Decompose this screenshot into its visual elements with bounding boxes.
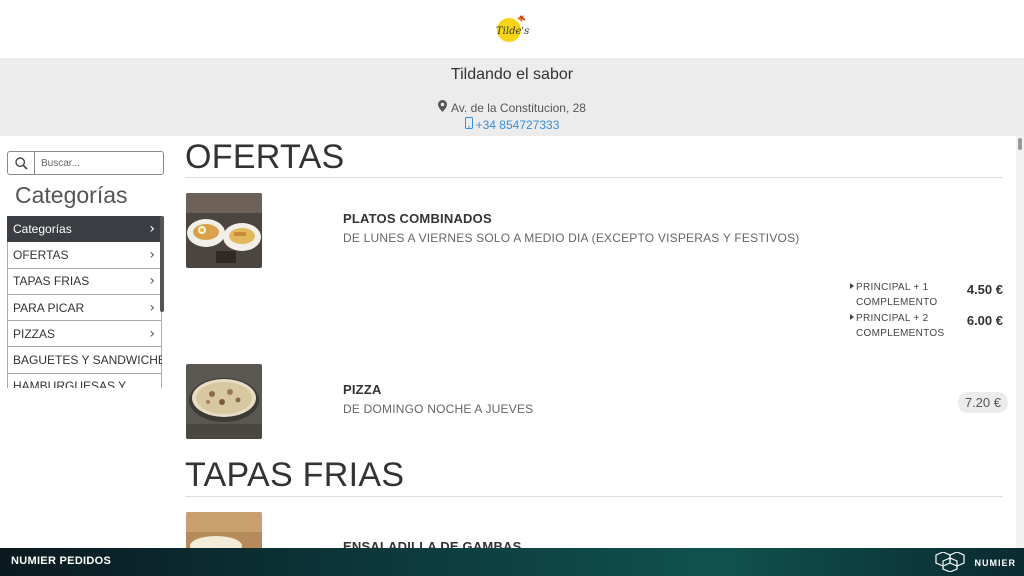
price-option[interactable]: PRINCIPAL + 2 COMPLEMENTOS bbox=[850, 311, 956, 341]
page-scrollbar[interactable] bbox=[1016, 136, 1024, 548]
category-label: Categorías bbox=[13, 222, 72, 237]
category-label: BAGUETES Y SANDWICHES bbox=[13, 353, 162, 368]
scrollbar-thumb[interactable] bbox=[1018, 138, 1022, 150]
chevron-right-icon: › bbox=[149, 325, 155, 342]
menu-content: OFERTAS PLATOS COMBINADOS DE LUNES A VIE… bbox=[174, 136, 1016, 548]
price-option[interactable]: PRINCIPAL + 1 COMPLEMENTO bbox=[850, 280, 956, 310]
category-list: Categorías › OFERTAS › TAPAS FRIAS › PAR… bbox=[7, 216, 162, 388]
category-item-hamburguesas[interactable]: HAMBURGUESAS Y bbox=[7, 373, 162, 388]
phone-link[interactable]: +34 854727333 bbox=[0, 117, 1024, 132]
category-label: OFERTAS bbox=[13, 247, 69, 262]
category-item-ofertas[interactable]: OFERTAS › bbox=[7, 242, 162, 269]
restaurant-logo[interactable]: Tilde's bbox=[491, 14, 531, 44]
option-price[interactable]: 4.50 € bbox=[967, 282, 1003, 297]
category-item-categorias[interactable]: Categorías › bbox=[7, 216, 162, 243]
product-description: DE LUNES A VIERNES SOLO A MEDIO DIA (EXC… bbox=[343, 231, 800, 245]
option-line2: COMPLEMENTO bbox=[856, 297, 938, 308]
category-item-pizzas[interactable]: PIZZAS › bbox=[7, 321, 162, 348]
category-label: HAMBURGUESAS Y bbox=[13, 379, 127, 388]
option-line1: PRINCIPAL + 2 bbox=[856, 313, 929, 324]
location-pin-icon bbox=[438, 100, 447, 115]
phone-text[interactable]: +34 854727333 bbox=[476, 118, 560, 132]
product-image-platos-combinados[interactable] bbox=[186, 193, 262, 268]
mobile-phone-icon bbox=[464, 117, 473, 132]
category-item-para-picar[interactable]: PARA PICAR › bbox=[7, 294, 162, 322]
section-divider bbox=[185, 177, 1003, 178]
search-box[interactable]: Buscar... bbox=[7, 151, 164, 175]
svg-text:Tilde's: Tilde's bbox=[496, 26, 529, 37]
option-line2: COMPLEMENTOS bbox=[856, 328, 945, 339]
category-label: PIZZAS bbox=[13, 326, 56, 341]
section-divider bbox=[185, 496, 1003, 497]
product-image-ensaladilla[interactable] bbox=[186, 512, 262, 548]
footer-bar: NUMIER PEDIDOS NUMIER bbox=[0, 548, 1024, 576]
section-title-tapas-frias: TAPAS FRIAS bbox=[185, 456, 405, 494]
category-sidebar: Buscar... Categorías Categorías › OFERTA… bbox=[0, 136, 174, 548]
product-name[interactable]: PLATOS COMBINADOS bbox=[343, 211, 492, 226]
option-line1: PRINCIPAL + 1 bbox=[856, 282, 929, 293]
category-label: PARA PICAR bbox=[13, 300, 85, 315]
address-text: Av. de la Constitucion, 28 bbox=[451, 100, 586, 115]
product-image-pizza[interactable] bbox=[186, 364, 262, 439]
chevron-right-icon: › bbox=[149, 273, 155, 290]
footer-brand-left[interactable]: NUMIER PEDIDOS bbox=[11, 555, 111, 567]
categories-heading: Categorías bbox=[15, 182, 128, 208]
section-title-ofertas: OFERTAS bbox=[185, 138, 345, 176]
numier-logo-icon bbox=[931, 551, 969, 574]
search-input[interactable]: Buscar... bbox=[35, 152, 163, 174]
search-icon[interactable] bbox=[8, 152, 35, 174]
category-label: TAPAS FRIAS bbox=[13, 274, 90, 289]
price-badge[interactable]: 7.20 € bbox=[957, 392, 1008, 413]
restaurant-header: Tildando el sabor Av. de la Constitucion… bbox=[0, 58, 1024, 136]
chevron-right-icon: › bbox=[149, 221, 155, 238]
chevron-right-icon: › bbox=[149, 246, 155, 263]
category-scrollbar[interactable] bbox=[160, 216, 164, 312]
category-item-baguetes[interactable]: BAGUETES Y SANDWICHES bbox=[7, 347, 162, 374]
restaurant-name: Tildando el sabor bbox=[450, 66, 574, 83]
option-price[interactable]: 6.00 € bbox=[967, 313, 1003, 328]
footer-brand-text: NUMIER bbox=[974, 558, 1016, 568]
top-bar: Tilde's bbox=[0, 0, 1024, 58]
product-description: DE DOMINGO NOCHE A JUEVES bbox=[343, 402, 534, 416]
product-name[interactable]: PIZZA bbox=[343, 382, 382, 397]
restaurant-address: Av. de la Constitucion, 28 bbox=[0, 100, 1024, 115]
chevron-right-icon: › bbox=[149, 299, 155, 316]
footer-brand-right[interactable]: NUMIER bbox=[931, 551, 1017, 574]
product-name[interactable]: ENSALADILLA DE GAMBAS bbox=[343, 539, 522, 548]
category-item-tapas-frias[interactable]: TAPAS FRIAS › bbox=[7, 268, 162, 295]
